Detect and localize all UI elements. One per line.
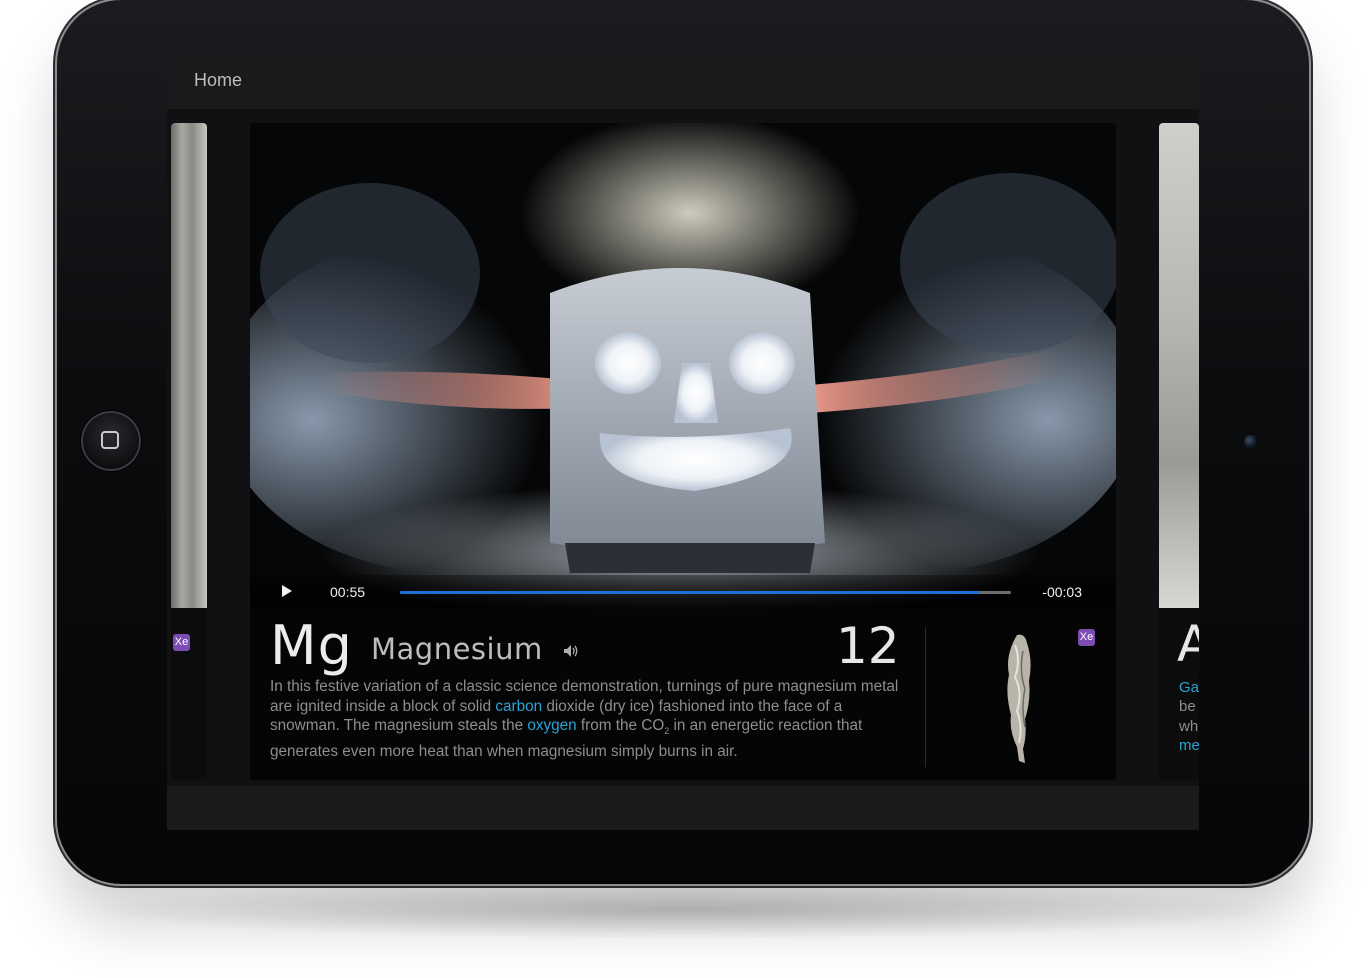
home-button-icon xyxy=(101,431,119,449)
previous-element-card[interactable]: Xe xyxy=(171,123,207,780)
element-description: In this festive variation of a classic s… xyxy=(270,677,900,761)
progress-track[interactable] xyxy=(400,591,1011,594)
remaining-time: -00:03 xyxy=(1042,584,1082,600)
previous-element-badge: Xe xyxy=(173,634,190,651)
element-symbol: Mg xyxy=(270,614,353,677)
current-time: 00:55 xyxy=(330,584,366,600)
description-text: from the CO xyxy=(576,717,665,734)
home-link[interactable]: Home xyxy=(194,70,242,91)
next-element-text-line: wh xyxy=(1179,718,1199,735)
device-shadow xyxy=(90,880,1280,940)
element-category-badge[interactable]: Xe xyxy=(1078,629,1095,646)
home-hardware-button[interactable] xyxy=(81,411,141,471)
progress-fill xyxy=(400,591,981,594)
next-element-image xyxy=(1159,123,1199,608)
element-card: 00:55 -00:03 Mg Magnesium 12 In this fes… xyxy=(250,123,1116,780)
next-element-symbol: A xyxy=(1177,615,1199,673)
top-bar: Home xyxy=(167,53,1199,109)
link-carbon[interactable]: carbon xyxy=(495,698,542,715)
app-screen: Home Xe A Ga be wh me 00:55 -00:03 Mg Ma… xyxy=(167,53,1199,830)
divider xyxy=(925,627,926,767)
next-element-card[interactable]: A Ga be wh me xyxy=(1159,123,1199,780)
next-element-text-line: be xyxy=(1179,698,1196,715)
speaker-icon[interactable] xyxy=(562,643,580,659)
video-controls: 00:55 -00:03 xyxy=(250,575,1116,609)
element-sample-image xyxy=(1007,634,1031,763)
play-icon[interactable] xyxy=(278,583,294,599)
element-name: Magnesium xyxy=(371,632,543,666)
bottom-bar xyxy=(167,786,1199,830)
previous-element-image xyxy=(171,123,207,608)
camera-lens xyxy=(1244,435,1257,448)
next-element-text-line[interactable]: me xyxy=(1179,736,1199,756)
next-element-text-line[interactable]: Ga xyxy=(1179,678,1199,698)
video-frame[interactable] xyxy=(250,123,1116,609)
atomic-number: 12 xyxy=(836,617,900,675)
link-oxygen[interactable]: oxygen xyxy=(527,717,576,734)
element-info-panel: Mg Magnesium 12 In this festive variatio… xyxy=(250,609,1116,780)
